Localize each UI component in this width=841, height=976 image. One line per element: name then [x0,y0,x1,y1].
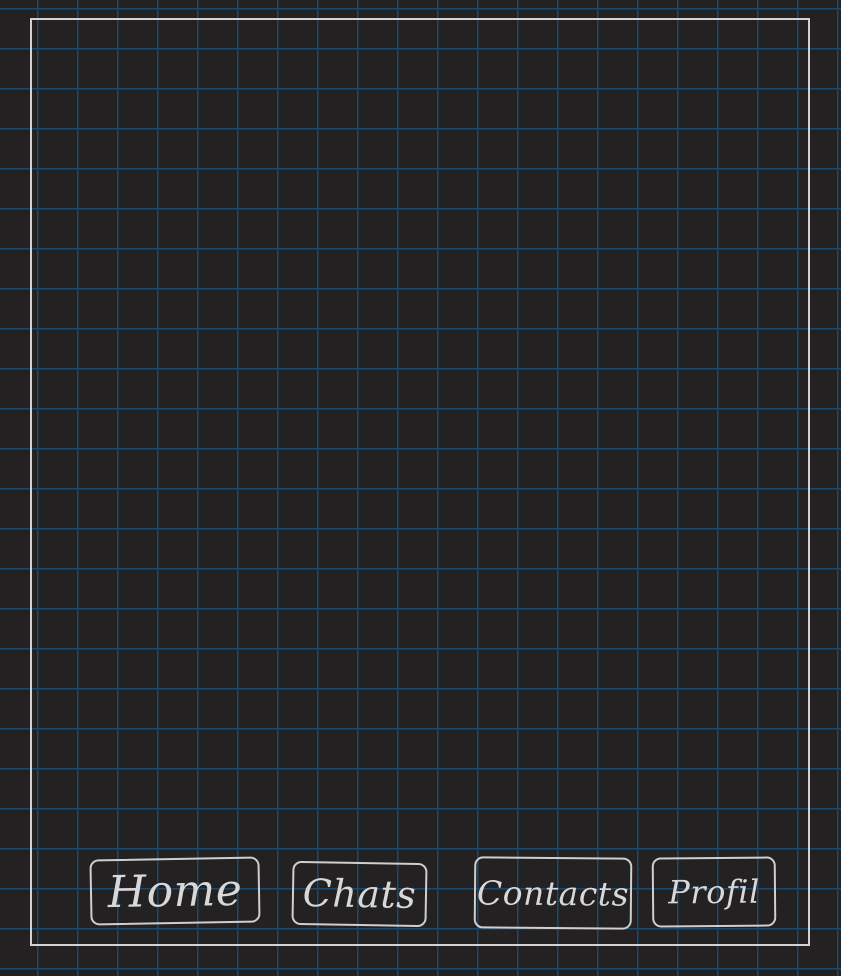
nav-contacts-label: Contacts [476,872,630,914]
nav-profile-label: Profil [668,872,760,912]
nav-home-button[interactable]: Home [89,856,261,926]
nav-chats-label: Chats [302,871,417,917]
nav-chats-button[interactable]: Chats [291,860,428,928]
phone-screen-frame [30,18,810,946]
nav-profile-button[interactable]: Profil [651,856,777,928]
nav-home-label: Home [107,864,243,918]
nav-contacts-button[interactable]: Contacts [473,856,633,930]
